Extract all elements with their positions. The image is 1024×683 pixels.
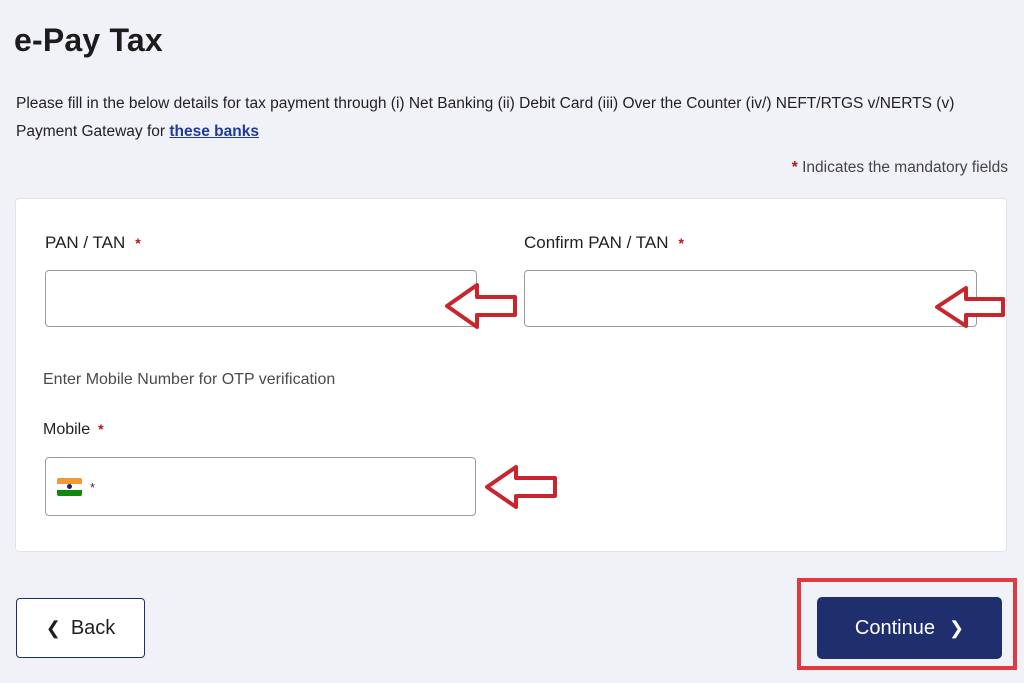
mandatory-fields-note: * Indicates the mandatory fields — [792, 159, 1008, 177]
confirm-pan-label: Confirm PAN / TAN * — [524, 233, 684, 253]
these-banks-link[interactable]: these banks — [169, 123, 259, 140]
continue-button-label: Continue — [854, 616, 935, 639]
back-button[interactable]: ❮ Back — [16, 598, 145, 658]
pan-input[interactable] — [45, 270, 477, 327]
mandatory-note-text: Indicates the mandatory fields — [802, 159, 1008, 176]
required-star: * — [791, 159, 798, 176]
red-arrow-left-icon — [935, 286, 1005, 328]
mobile-required-star: * — [98, 421, 104, 437]
confirm-pan-input[interactable] — [524, 270, 977, 327]
confirm-pan-label-text: Confirm PAN / TAN — [524, 233, 669, 252]
otp-hint: Enter Mobile Number for OTP verification — [43, 371, 336, 388]
pan-required-star: * — [135, 235, 141, 251]
page-title: e-Pay Tax — [14, 22, 163, 58]
confirm-pan-required-star: * — [678, 235, 684, 251]
chevron-right-icon: ❯ — [948, 618, 965, 638]
india-flag-icon[interactable] — [57, 478, 82, 496]
continue-button[interactable]: Continue ❯ — [817, 597, 1002, 659]
mobile-prefix-star: * — [90, 480, 96, 495]
intro-text: Please fill in the below details for tax… — [16, 90, 1016, 146]
chevron-left-icon: ❮ — [45, 618, 61, 638]
back-button-label: Back — [70, 616, 116, 639]
mobile-input[interactable] — [106, 462, 470, 513]
pan-label: PAN / TAN * — [45, 233, 141, 253]
intro-description: Please fill in the below details for tax… — [16, 95, 955, 140]
mobile-field[interactable]: * — [45, 457, 476, 516]
red-arrow-left-icon — [485, 465, 557, 509]
red-arrow-left-icon — [445, 283, 517, 329]
mobile-label: Mobile * — [43, 421, 104, 439]
mobile-label-text: Mobile — [43, 421, 91, 438]
pan-label-text: PAN / TAN — [45, 233, 126, 252]
